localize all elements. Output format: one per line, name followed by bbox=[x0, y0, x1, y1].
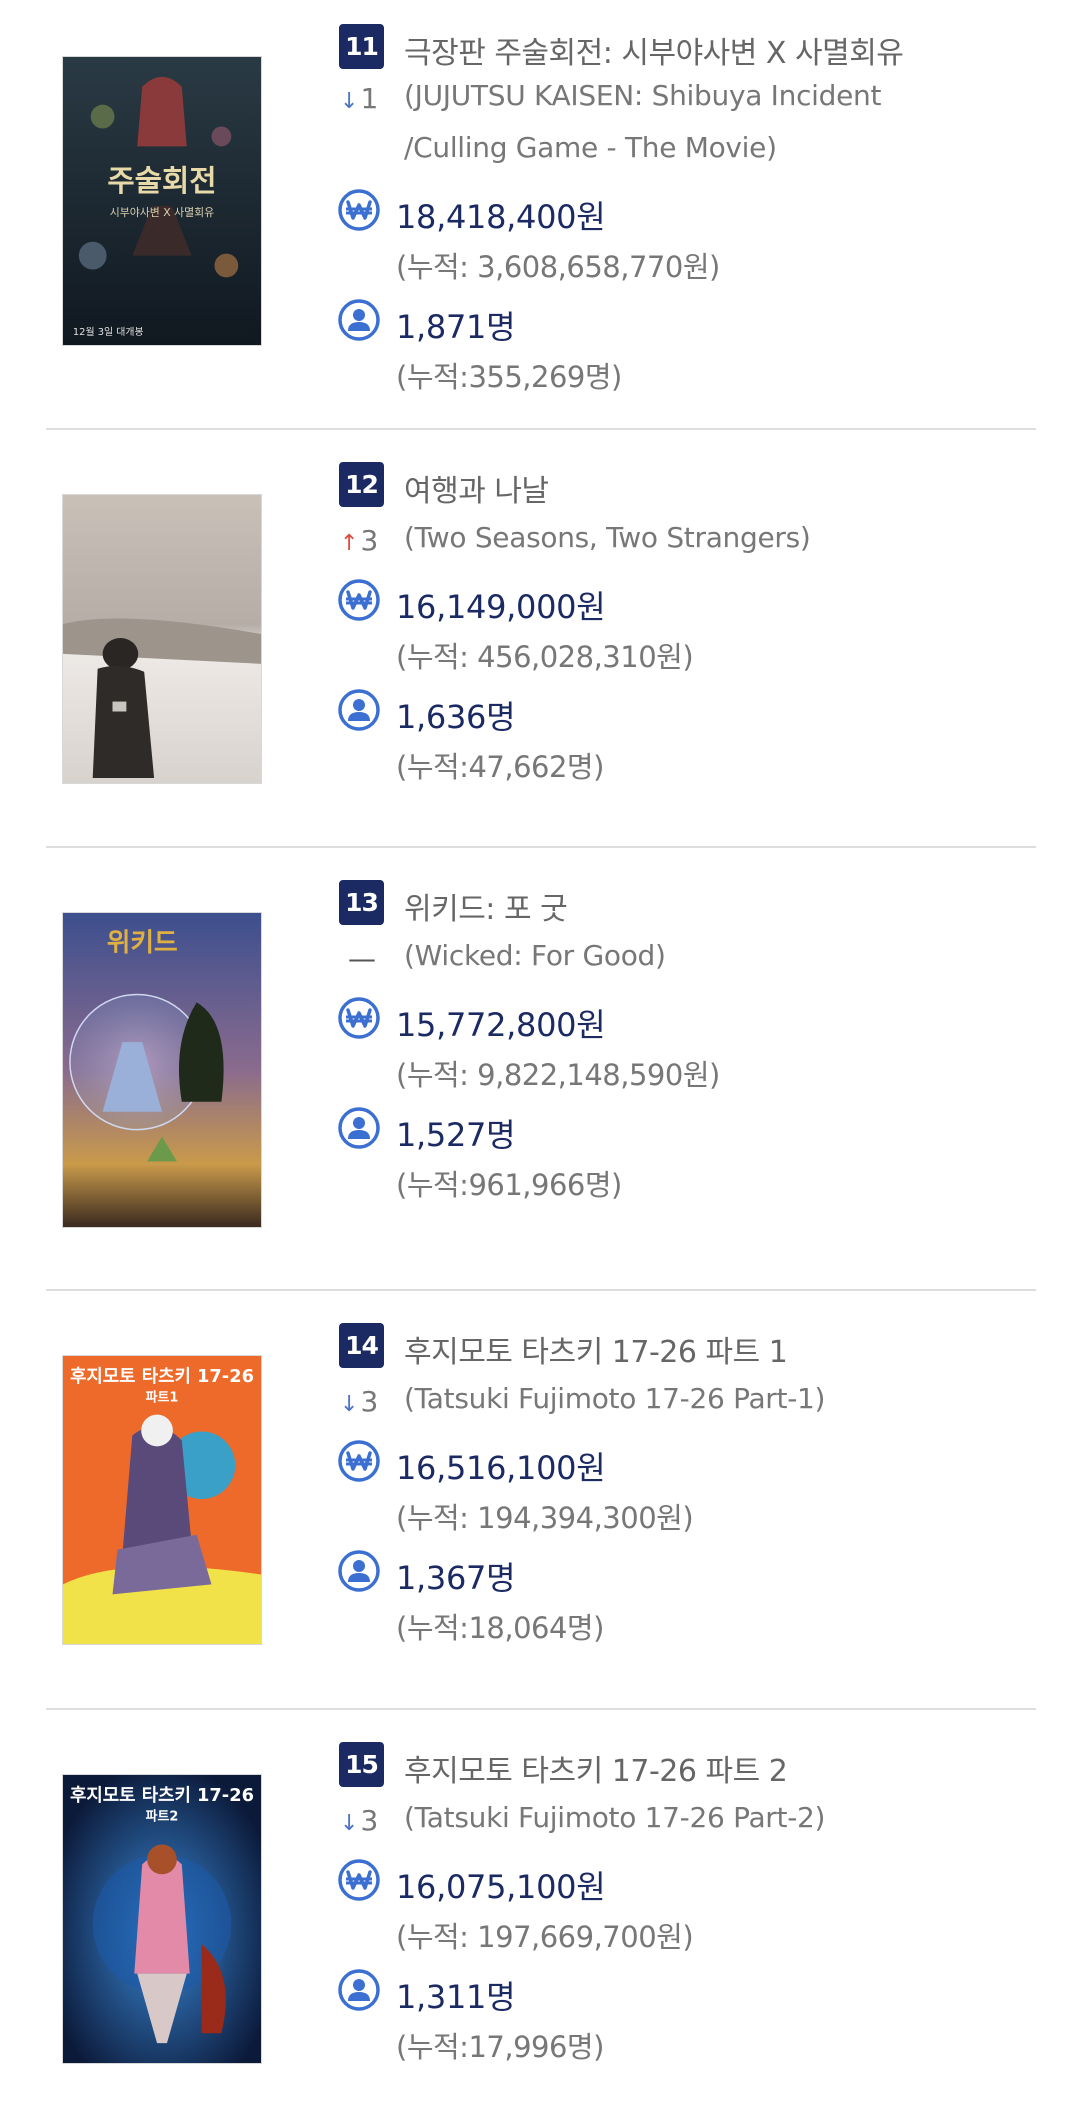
rank-change: ↓1 bbox=[340, 82, 396, 115]
svg-text:주술회전: 주술회전 bbox=[107, 164, 216, 199]
movie-title-korean[interactable]: 후지모토 타츠키 17-26 파트 2 bbox=[404, 1746, 788, 1790]
movie-title-english: (Two Seasons, Two Strangers) bbox=[404, 521, 811, 554]
won-icon bbox=[337, 1858, 381, 1902]
arrow-down-icon: ↓ bbox=[340, 1811, 359, 1836]
rank-change: — bbox=[340, 942, 396, 975]
daily-sales: 16,149,000원 bbox=[396, 588, 606, 626]
arrow-up-icon: ↑ bbox=[340, 531, 359, 556]
rank-change-amount: 3 bbox=[360, 1385, 379, 1418]
won-icon bbox=[337, 1439, 381, 1483]
daily-audience: 1,871명 bbox=[396, 308, 516, 346]
person-icon bbox=[337, 1549, 381, 1593]
cumulative-sales: (누적: 456,028,310원) bbox=[396, 640, 694, 674]
rank-badge: 14 bbox=[339, 1323, 384, 1368]
movie-title-korean[interactable]: 위키드: 포 굿 bbox=[404, 884, 568, 928]
cumulative-audience: (누적:18,064명) bbox=[396, 1611, 604, 1645]
cumulative-sales: (누적: 3,608,658,770원) bbox=[396, 250, 720, 284]
movie-title-korean[interactable]: 극장판 주술회전: 시부야사변 X 사멸회유 bbox=[404, 28, 904, 72]
svg-text:위키드: 위키드 bbox=[107, 928, 178, 958]
rank-change-amount: 3 bbox=[360, 524, 379, 557]
daily-audience: 1,636명 bbox=[396, 698, 516, 736]
won-icon bbox=[337, 578, 381, 622]
arrow-down-icon: ↓ bbox=[340, 89, 359, 114]
person-icon bbox=[337, 1106, 381, 1150]
rank-badge: 12 bbox=[339, 462, 384, 507]
svg-text:파트2: 파트2 bbox=[146, 1810, 179, 1825]
cumulative-sales: (누적: 197,669,700원) bbox=[396, 1920, 694, 1954]
person-icon bbox=[337, 298, 381, 342]
daily-audience: 1,527명 bbox=[396, 1116, 516, 1154]
movie-poster[interactable]: 주술회전시부야사변 X 사멸회유 12월 3일 대개봉 bbox=[62, 56, 262, 346]
cumulative-audience: (누적:961,966명) bbox=[396, 1168, 622, 1202]
cumulative-audience: (누적:47,662명) bbox=[396, 750, 604, 784]
won-icon bbox=[337, 996, 381, 1040]
daily-audience: 1,367명 bbox=[396, 1559, 516, 1597]
daily-sales: 16,516,100원 bbox=[396, 1449, 606, 1487]
daily-sales: 16,075,100원 bbox=[396, 1868, 606, 1906]
cumulative-sales: (누적: 9,822,148,590원) bbox=[396, 1058, 720, 1092]
movie-title-english: (JUJUTSU KAISEN: Shibuya Incident /Culli… bbox=[404, 79, 882, 164]
rank-badge: 11 bbox=[339, 24, 384, 69]
svg-text:12월 3일 대개봉: 12월 3일 대개봉 bbox=[73, 326, 144, 338]
movie-poster[interactable]: 위키드 bbox=[62, 912, 262, 1228]
movie-poster[interactable]: 후지모토 타츠키 17-26 파트2 bbox=[62, 1774, 262, 2064]
rank-badge: 15 bbox=[339, 1742, 384, 1787]
entry-divider bbox=[46, 1708, 1036, 1710]
no-change-dash-icon: — bbox=[348, 942, 376, 975]
svg-text:파트1: 파트1 bbox=[146, 1391, 179, 1406]
svg-text:시부야사변 X 사멸회유: 시부야사변 X 사멸회유 bbox=[110, 206, 214, 219]
movie-title-english: (Wicked: For Good) bbox=[404, 939, 666, 972]
person-icon bbox=[337, 1968, 381, 2012]
daily-sales: 15,772,800원 bbox=[396, 1006, 606, 1044]
movie-title-english: (Tatsuki Fujimoto 17-26 Part-1) bbox=[404, 1382, 826, 1415]
arrow-down-icon: ↓ bbox=[340, 1392, 359, 1417]
rank-change: ↓3 bbox=[340, 1385, 396, 1418]
daily-sales: 18,418,400원 bbox=[396, 198, 606, 236]
rank-change: ↑3 bbox=[340, 524, 396, 557]
daily-audience: 1,311명 bbox=[396, 1978, 516, 2016]
entry-divider bbox=[46, 846, 1036, 848]
svg-text:후지모토 타츠키 17-26: 후지모토 타츠키 17-26 bbox=[70, 1785, 254, 1806]
rank-change-amount: 3 bbox=[360, 1804, 379, 1837]
movie-title-korean[interactable]: 후지모토 타츠키 17-26 파트 1 bbox=[404, 1327, 788, 1371]
rank-badge: 13 bbox=[339, 880, 384, 925]
movie-poster[interactable]: 후지모토 타츠키 17-26 파트1 bbox=[62, 1355, 262, 1645]
movie-poster[interactable] bbox=[62, 494, 262, 784]
movie-title-korean[interactable]: 여행과 나날 bbox=[404, 466, 549, 510]
won-icon bbox=[337, 188, 381, 232]
movie-title-english: (Tatsuki Fujimoto 17-26 Part-2) bbox=[404, 1801, 826, 1834]
person-icon bbox=[337, 688, 381, 732]
rank-change: ↓3 bbox=[340, 1804, 396, 1837]
entry-divider bbox=[46, 1289, 1036, 1291]
rank-change-amount: 1 bbox=[360, 82, 379, 115]
entry-divider bbox=[46, 428, 1036, 430]
cumulative-audience: (누적:17,996명) bbox=[396, 2030, 604, 2064]
cumulative-sales: (누적: 194,394,300원) bbox=[396, 1501, 694, 1535]
cumulative-audience: (누적:355,269명) bbox=[396, 360, 622, 394]
svg-text:후지모토 타츠키 17-26: 후지모토 타츠키 17-26 bbox=[70, 1366, 254, 1387]
